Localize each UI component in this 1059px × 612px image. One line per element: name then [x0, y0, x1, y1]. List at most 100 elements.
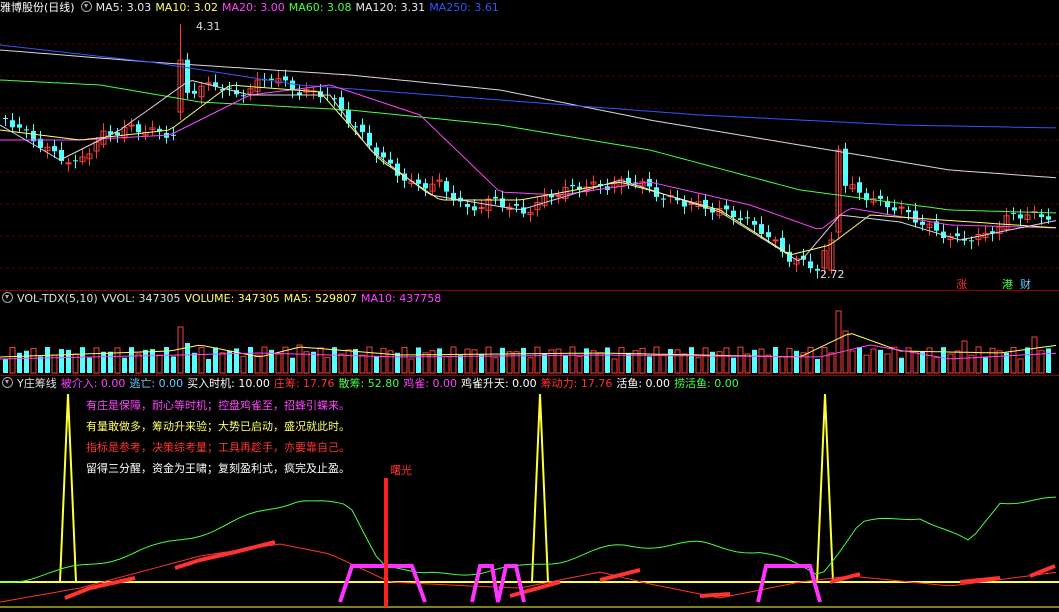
volume-bar — [458, 355, 463, 373]
volume-bar — [731, 357, 736, 373]
volume-bar — [45, 347, 50, 373]
dropdown-icon[interactable] — [2, 292, 13, 303]
volume-bar — [261, 346, 268, 374]
volume-bar — [660, 354, 667, 374]
volume-bar — [857, 347, 862, 373]
volume-bar — [653, 346, 660, 374]
volume-bar — [479, 353, 484, 373]
ma20-line — [0, 84, 1057, 230]
volume-bar — [695, 357, 702, 374]
volume-bar — [884, 353, 891, 374]
volume-bar — [122, 357, 127, 373]
bird-signal-1 — [470, 564, 526, 603]
chip-indicator-panel[interactable]: Y庄筹线 被介入: 0.00 逃亡: 0.00 买入时机: 10.00 庄筹: 17.7… — [0, 376, 1059, 612]
chip-momentum-segment-4 — [699, 592, 731, 598]
volume-bar — [198, 346, 205, 374]
bird-signal-0 — [338, 564, 427, 603]
volume-bar — [835, 310, 842, 374]
volume-indicator-bar: VOL-TDX(5,10) VVOL: 347305 VOLUME: 347305 M… — [0, 291, 1059, 307]
volume-bar — [275, 353, 282, 374]
volume-panel[interactable]: VOL-TDX(5,10) VVOL: 347305 VOLUME: 347305 M… — [0, 291, 1059, 375]
ma-label-5: MA250: 3.61 — [429, 1, 499, 14]
candle-body — [661, 198, 666, 200]
vol-label-4: MA10: 437758 — [361, 292, 442, 305]
volume-bar — [758, 348, 765, 374]
candle-body — [752, 220, 757, 225]
volume-bar — [878, 349, 883, 373]
volume-bar — [933, 357, 940, 374]
vol-label-2: VOLUME: 347305 — [184, 292, 280, 305]
candle-body — [913, 210, 918, 223]
badge-cai[interactable]: 财 — [1020, 276, 1031, 290]
chip-label-5: 散筹: 52.80 — [338, 377, 400, 390]
ma10-line — [0, 84, 1057, 256]
volume-bar — [114, 347, 121, 374]
volume-bar — [66, 349, 71, 373]
vol-label-0: VOL-TDX(5,10) — [17, 292, 98, 305]
volume-bar — [773, 347, 778, 373]
volume-bar — [143, 349, 148, 373]
volume-bar — [471, 349, 478, 374]
volume-bar — [786, 347, 793, 374]
volume-bar — [303, 351, 310, 374]
volume-bar — [254, 354, 261, 374]
volume-bar — [794, 350, 799, 373]
candle-body — [465, 203, 470, 207]
dropdown-icon[interactable] — [2, 377, 13, 388]
volume-bar — [437, 348, 442, 373]
spike-signal-0 — [59, 393, 77, 583]
vol-label-3: MA5: 529807 — [283, 292, 358, 305]
volume-bar — [605, 347, 610, 373]
chip-momentum-segment-1 — [174, 540, 276, 570]
volume-bar — [290, 357, 295, 373]
candle-body — [52, 146, 57, 152]
dealer-chip-line — [0, 543, 1057, 603]
volume-bar — [156, 354, 163, 374]
candle-body — [738, 218, 743, 221]
candle-body — [724, 205, 729, 210]
ma-label-1: MA10: 3.02 — [155, 1, 219, 14]
volume-bar — [135, 353, 142, 374]
chip-label-2: 逃亡: 0.00 — [129, 377, 184, 390]
volume-bar — [941, 347, 946, 373]
dropdown-icon[interactable] — [80, 1, 92, 12]
volume-bar — [975, 346, 982, 374]
volume-bar — [206, 358, 211, 373]
stock-title: 雅博股份(日线) — [0, 1, 75, 14]
volume-bar — [689, 347, 694, 373]
chip-label-10: 捞活鱼: 0.00 — [674, 377, 739, 390]
badge-gang[interactable]: 港 — [1002, 276, 1013, 290]
chip-momentum-segment-3 — [599, 568, 641, 582]
volume-bar — [891, 346, 898, 374]
ma120-line — [0, 49, 1057, 179]
candle-body — [555, 195, 562, 198]
candle-body — [906, 209, 911, 213]
volume-bar — [401, 346, 408, 374]
volume-bar — [359, 354, 366, 374]
volume-bar — [779, 355, 786, 374]
candle-body — [772, 239, 779, 242]
candlestick-chart — [0, 24, 1059, 279]
volume-bar — [947, 353, 954, 374]
volume-bar — [87, 357, 92, 373]
strategy-note-4: 留得三分醒，资金为王啸；复刻盈利式，疯完及止盈。 — [86, 462, 350, 475]
volume-bar — [821, 346, 828, 374]
candle-body — [115, 132, 120, 136]
volume-bar — [108, 351, 113, 373]
candle-body — [514, 204, 519, 206]
badge-zhang[interactable]: 涨 — [956, 276, 967, 290]
candle-body — [388, 159, 393, 164]
volume-bar — [177, 326, 184, 374]
volume-bar — [443, 355, 450, 374]
price-chart-panel[interactable]: 雅博股份(日线) MA5: 3.03 MA10: 3.02 MA20: 3.00 MA6… — [0, 0, 1059, 290]
volume-bar — [150, 349, 155, 373]
volume-bar — [332, 347, 337, 373]
ma-label-2: MA20: 3.00 — [222, 1, 285, 14]
chip-label-8: 筹动力: 17.76 — [540, 377, 613, 390]
volume-bar — [576, 355, 583, 374]
ma-label-3: MA60: 3.08 — [288, 1, 352, 14]
volume-bar — [647, 356, 652, 373]
volume-bar — [765, 354, 772, 374]
volume-bar — [429, 350, 436, 374]
candle-body — [283, 76, 288, 81]
